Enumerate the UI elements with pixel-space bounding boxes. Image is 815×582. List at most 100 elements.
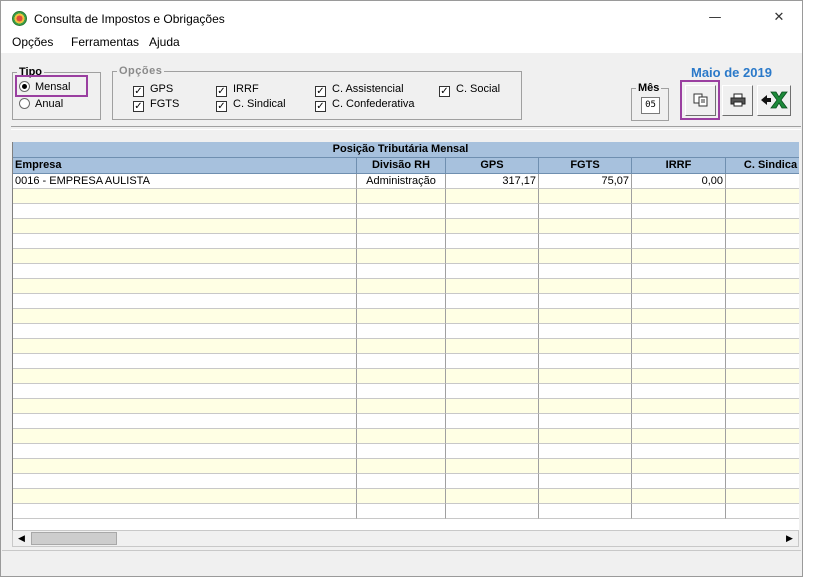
scrollbar-thumb[interactable] bbox=[31, 532, 117, 545]
cell-gps bbox=[446, 219, 539, 234]
app-icon bbox=[12, 11, 27, 26]
table-row[interactable] bbox=[13, 309, 799, 324]
check-fgts[interactable]: ✓ FGTS bbox=[133, 98, 179, 112]
excel-export-button[interactable] bbox=[757, 85, 791, 116]
check-gps[interactable]: ✓ GPS bbox=[133, 83, 173, 97]
menu-bar: Opções Ferramentas Ajuda bbox=[1, 33, 802, 53]
cell-empresa bbox=[13, 264, 357, 279]
menu-ferramentas[interactable]: Ferramentas bbox=[71, 35, 139, 49]
cell-gps bbox=[446, 309, 539, 324]
scroll-left-icon[interactable]: ◀ bbox=[13, 531, 30, 546]
cell-divisao-rh bbox=[357, 234, 446, 249]
col-header-divisao-rh[interactable]: Divisão RH bbox=[357, 158, 446, 174]
table-row[interactable] bbox=[13, 189, 799, 204]
minimize-button[interactable]: — bbox=[692, 1, 738, 33]
table-row[interactable] bbox=[13, 429, 799, 444]
print-button[interactable] bbox=[722, 85, 753, 116]
cell-c-sindical bbox=[726, 294, 799, 309]
cell-empresa bbox=[13, 489, 357, 504]
cell-divisao-rh: Administração bbox=[357, 174, 446, 189]
table-row[interactable] bbox=[13, 504, 799, 519]
cell-gps bbox=[446, 354, 539, 369]
table-row[interactable] bbox=[13, 489, 799, 504]
menu-opcoes[interactable]: Opções bbox=[12, 35, 53, 49]
mes-input[interactable]: 05 bbox=[641, 97, 660, 114]
table-row[interactable] bbox=[13, 219, 799, 234]
check-c-confederativa[interactable]: ✓ C. Confederativa bbox=[315, 98, 415, 112]
copy-button[interactable] bbox=[685, 85, 716, 116]
table-row[interactable] bbox=[13, 354, 799, 369]
table-row[interactable] bbox=[13, 459, 799, 474]
table-row[interactable] bbox=[13, 339, 799, 354]
cell-gps bbox=[446, 399, 539, 414]
table-row[interactable] bbox=[13, 384, 799, 399]
scroll-right-icon[interactable]: ▶ bbox=[781, 531, 798, 546]
radio-mensal-dot bbox=[19, 81, 30, 92]
cell-fgts bbox=[539, 369, 632, 384]
table-row[interactable] bbox=[13, 204, 799, 219]
cell-divisao-rh bbox=[357, 504, 446, 519]
cell-empresa bbox=[13, 279, 357, 294]
cell-c-sindical: 0 bbox=[726, 174, 799, 189]
cell-irrf bbox=[632, 249, 726, 264]
horizontal-scrollbar[interactable]: ◀ ▶ bbox=[12, 530, 799, 547]
cell-fgts bbox=[539, 414, 632, 429]
check-c-social[interactable]: ✓ C. Social bbox=[439, 83, 500, 97]
table-row[interactable] bbox=[13, 444, 799, 459]
check-fgts-box: ✓ bbox=[133, 101, 144, 112]
check-gps-box: ✓ bbox=[133, 86, 144, 97]
radio-anual[interactable]: Anual bbox=[19, 98, 63, 110]
col-header-fgts[interactable]: FGTS bbox=[539, 158, 632, 174]
col-header-c-sindical[interactable]: C. Sindica bbox=[726, 158, 799, 174]
col-header-empresa[interactable]: Empresa bbox=[13, 158, 357, 174]
cell-gps bbox=[446, 264, 539, 279]
table-row[interactable] bbox=[13, 249, 799, 264]
options-panel: Tipo Mensal Anual Opções ✓ GPS ✓ FGTS ✓ IRR… bbox=[2, 53, 801, 127]
cell-divisao-rh bbox=[357, 354, 446, 369]
cell-divisao-rh bbox=[357, 444, 446, 459]
cell-fgts bbox=[539, 504, 632, 519]
table-row[interactable] bbox=[13, 399, 799, 414]
cell-irrf bbox=[632, 504, 726, 519]
table-row[interactable] bbox=[13, 279, 799, 294]
cell-fgts bbox=[539, 279, 632, 294]
check-c-sindical[interactable]: ✓ C. Sindical bbox=[216, 98, 286, 112]
cell-fgts bbox=[539, 474, 632, 489]
cell-fgts bbox=[539, 189, 632, 204]
cell-divisao-rh bbox=[357, 324, 446, 339]
col-header-gps[interactable]: GPS bbox=[446, 158, 539, 174]
table-row[interactable] bbox=[13, 264, 799, 279]
cell-divisao-rh bbox=[357, 264, 446, 279]
cell-fgts bbox=[539, 339, 632, 354]
col-header-irrf[interactable]: IRRF bbox=[632, 158, 726, 174]
table-row[interactable] bbox=[13, 474, 799, 489]
cell-c-sindical bbox=[726, 384, 799, 399]
cell-irrf bbox=[632, 429, 726, 444]
cell-c-sindical bbox=[726, 189, 799, 204]
radio-mensal[interactable]: Mensal bbox=[19, 81, 70, 93]
cell-fgts bbox=[539, 489, 632, 504]
check-irrf[interactable]: ✓ IRRF bbox=[216, 83, 259, 97]
cell-irrf bbox=[632, 369, 726, 384]
cell-c-sindical bbox=[726, 324, 799, 339]
check-c-assistencial[interactable]: ✓ C. Assistencial bbox=[315, 83, 404, 97]
table-row[interactable]: 0016 - EMPRESA AULISTA Administração 317,1… bbox=[13, 174, 799, 189]
cell-fgts: 75,07 bbox=[539, 174, 632, 189]
cell-c-sindical bbox=[726, 204, 799, 219]
menu-ajuda[interactable]: Ajuda bbox=[149, 35, 180, 49]
mes-label: Mês bbox=[638, 82, 660, 94]
table-row[interactable] bbox=[13, 234, 799, 249]
cell-gps bbox=[446, 474, 539, 489]
close-button[interactable]: ✕ bbox=[756, 1, 802, 33]
cell-empresa bbox=[13, 384, 357, 399]
cell-c-sindical bbox=[726, 414, 799, 429]
table-row[interactable] bbox=[13, 324, 799, 339]
table-row[interactable] bbox=[13, 294, 799, 309]
cell-c-sindical bbox=[726, 504, 799, 519]
tax-grid[interactable]: Posição Tributária Mensal Empresa Divisã… bbox=[12, 142, 799, 530]
cell-divisao-rh bbox=[357, 294, 446, 309]
table-row[interactable] bbox=[13, 369, 799, 384]
cell-irrf bbox=[632, 204, 726, 219]
table-row[interactable] bbox=[13, 414, 799, 429]
cell-gps bbox=[446, 324, 539, 339]
